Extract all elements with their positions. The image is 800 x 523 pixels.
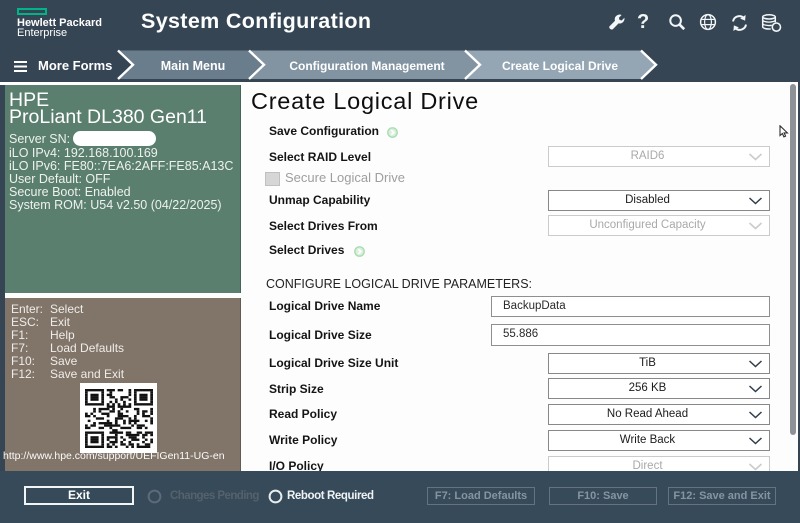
svg-text:More Forms: More Forms <box>38 58 112 73</box>
svg-text:Main Menu: Main Menu <box>161 59 226 73</box>
svg-text:Configuration Management: Configuration Management <box>289 59 444 73</box>
svg-text:Create Logical Drive: Create Logical Drive <box>502 59 618 73</box>
